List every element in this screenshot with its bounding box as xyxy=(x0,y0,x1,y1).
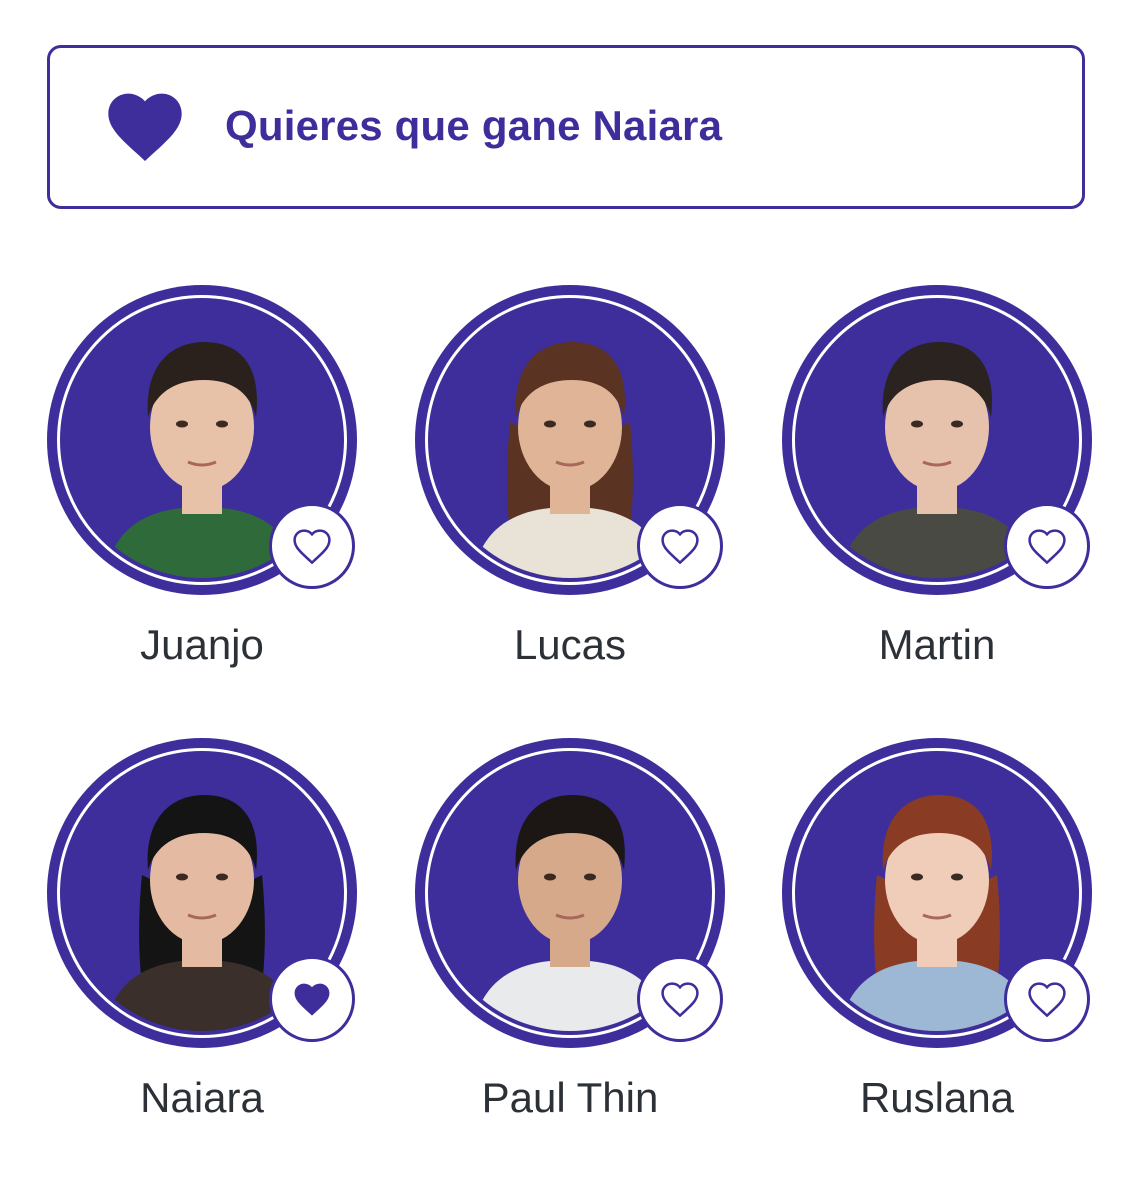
heart-outline-icon xyxy=(1028,982,1066,1017)
contestant-card[interactable]: Naiara xyxy=(47,738,367,1138)
contestant-avatar[interactable] xyxy=(415,285,725,595)
contestant-name: Paul Thin xyxy=(481,1074,659,1121)
vote-banner[interactable]: Quieres que gane Naiara xyxy=(47,45,1085,209)
contestant-avatar[interactable] xyxy=(47,285,357,595)
favorite-button[interactable] xyxy=(269,956,355,1042)
vote-banner-text: Quieres que gane Naiara xyxy=(225,102,723,149)
contestant-name: Martin xyxy=(878,621,996,668)
contestant-card[interactable]: Martin xyxy=(782,285,1102,685)
contestant-avatar[interactable] xyxy=(782,285,1092,595)
heart-outline-icon xyxy=(1028,529,1066,564)
heart-filled-icon xyxy=(294,983,330,1016)
contestant-card[interactable]: Lucas xyxy=(415,285,735,685)
heart-outline-icon xyxy=(661,982,699,1017)
contestant-card[interactable]: Ruslana xyxy=(782,738,1102,1138)
contestant-name: Ruslana xyxy=(859,1074,1015,1121)
favorite-button[interactable] xyxy=(637,956,723,1042)
favorite-button[interactable] xyxy=(1004,956,1090,1042)
contestant-avatar[interactable] xyxy=(782,738,1092,1048)
contestant-avatar[interactable] xyxy=(47,738,357,1048)
favorite-button[interactable] xyxy=(1004,503,1090,589)
favorite-button[interactable] xyxy=(269,503,355,589)
contestant-avatar[interactable] xyxy=(415,738,725,1048)
contestant-name: Lucas xyxy=(513,621,627,668)
heart-filled-icon xyxy=(108,93,182,161)
favorite-button[interactable] xyxy=(637,503,723,589)
contestant-card[interactable]: Paul Thin xyxy=(415,738,735,1138)
contestant-name: Juanjo xyxy=(140,621,264,668)
heart-outline-icon xyxy=(661,529,699,564)
heart-outline-icon xyxy=(293,529,331,564)
contestant-name: Naiara xyxy=(140,1074,264,1121)
contestant-card[interactable]: Juanjo xyxy=(47,285,367,685)
